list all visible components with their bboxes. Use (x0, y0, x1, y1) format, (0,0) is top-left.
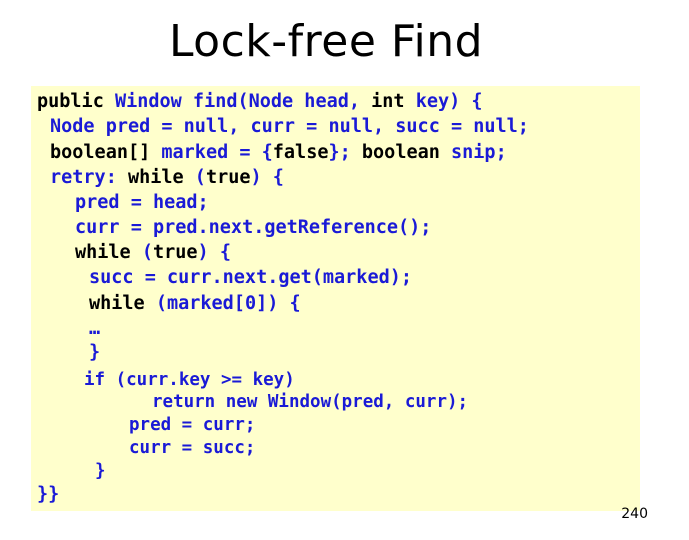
slide-title: Lock-free Find (168, 16, 484, 67)
code-text: } (95, 461, 106, 481)
code-line-5: pred = head; (75, 192, 209, 214)
code-line-4: retry: while (true) { (50, 167, 284, 189)
code-text: return new (152, 392, 258, 412)
code-line-14: pred = curr; (129, 414, 255, 436)
keyword: public (37, 91, 104, 112)
keyword: while (89, 293, 145, 314)
keyword: true (152, 242, 198, 263)
code-block: public Window find(Node head, int key) {… (31, 86, 640, 511)
code-line-6: curr = pred.next.getReference(); (75, 217, 431, 239)
code-text: … (89, 318, 101, 339)
keyword: while (127, 167, 184, 188)
code-text: key) { (404, 91, 483, 112)
code-text: succ = curr.next.get(marked); (89, 267, 413, 288)
code-line-11: } (89, 342, 100, 364)
code-text: curr = pred.next.getReference(); (75, 217, 432, 238)
code-text: pred = head; (75, 192, 209, 213)
page-number: 240 (621, 506, 648, 522)
code-line-3: boolean[] marked = {false}; boolean snip… (50, 142, 507, 164)
code-text: }} (37, 484, 60, 505)
code-line-16: } (95, 460, 106, 482)
code-text: (curr.key >= key) (105, 370, 295, 390)
code-line-8: succ = curr.next.get(marked); (89, 267, 412, 289)
keyword: while (75, 242, 131, 263)
code-text: retry: (50, 167, 128, 188)
code-line-7: while (true) { (75, 242, 231, 264)
code-text: ) { (250, 167, 284, 188)
code-text: ) { (197, 242, 231, 263)
code-text: Window(pred, curr); (257, 392, 469, 412)
keyword: true (205, 167, 251, 188)
code-line-10: … (89, 318, 100, 340)
code-text: Window find(Node head, (103, 91, 372, 112)
code-text: } (89, 342, 101, 363)
code-text: snip; (439, 142, 507, 163)
code-text: pred = curr; (129, 415, 256, 435)
code-line-13: return new Window(pred, curr); (152, 391, 468, 413)
code-text: ( (130, 242, 153, 263)
code-line-15: curr = succ; (129, 437, 255, 459)
code-line-2: Node pred = null, curr = null, succ = nu… (50, 116, 529, 138)
code-text: Node pred = null, curr = null, succ = nu… (50, 116, 529, 137)
keyword: boolean (361, 142, 440, 163)
code-text: marked = { (150, 142, 273, 163)
code-text: (marked[0]) { (144, 293, 301, 314)
keyword: int (371, 91, 405, 112)
code-line-12: if (curr.key >= key) (84, 369, 295, 391)
code-line-17: }} (37, 484, 59, 506)
code-line-9: while (marked[0]) { (89, 293, 301, 315)
code-text: curr = succ; (129, 438, 256, 458)
code-text: }; (328, 142, 362, 163)
keyword: false (272, 142, 329, 163)
keyword: boolean[] (50, 142, 151, 163)
code-line-1: public Window find(Node head, int key) { (37, 91, 483, 113)
code-text: ( (183, 167, 206, 188)
code-text: if (84, 370, 106, 390)
